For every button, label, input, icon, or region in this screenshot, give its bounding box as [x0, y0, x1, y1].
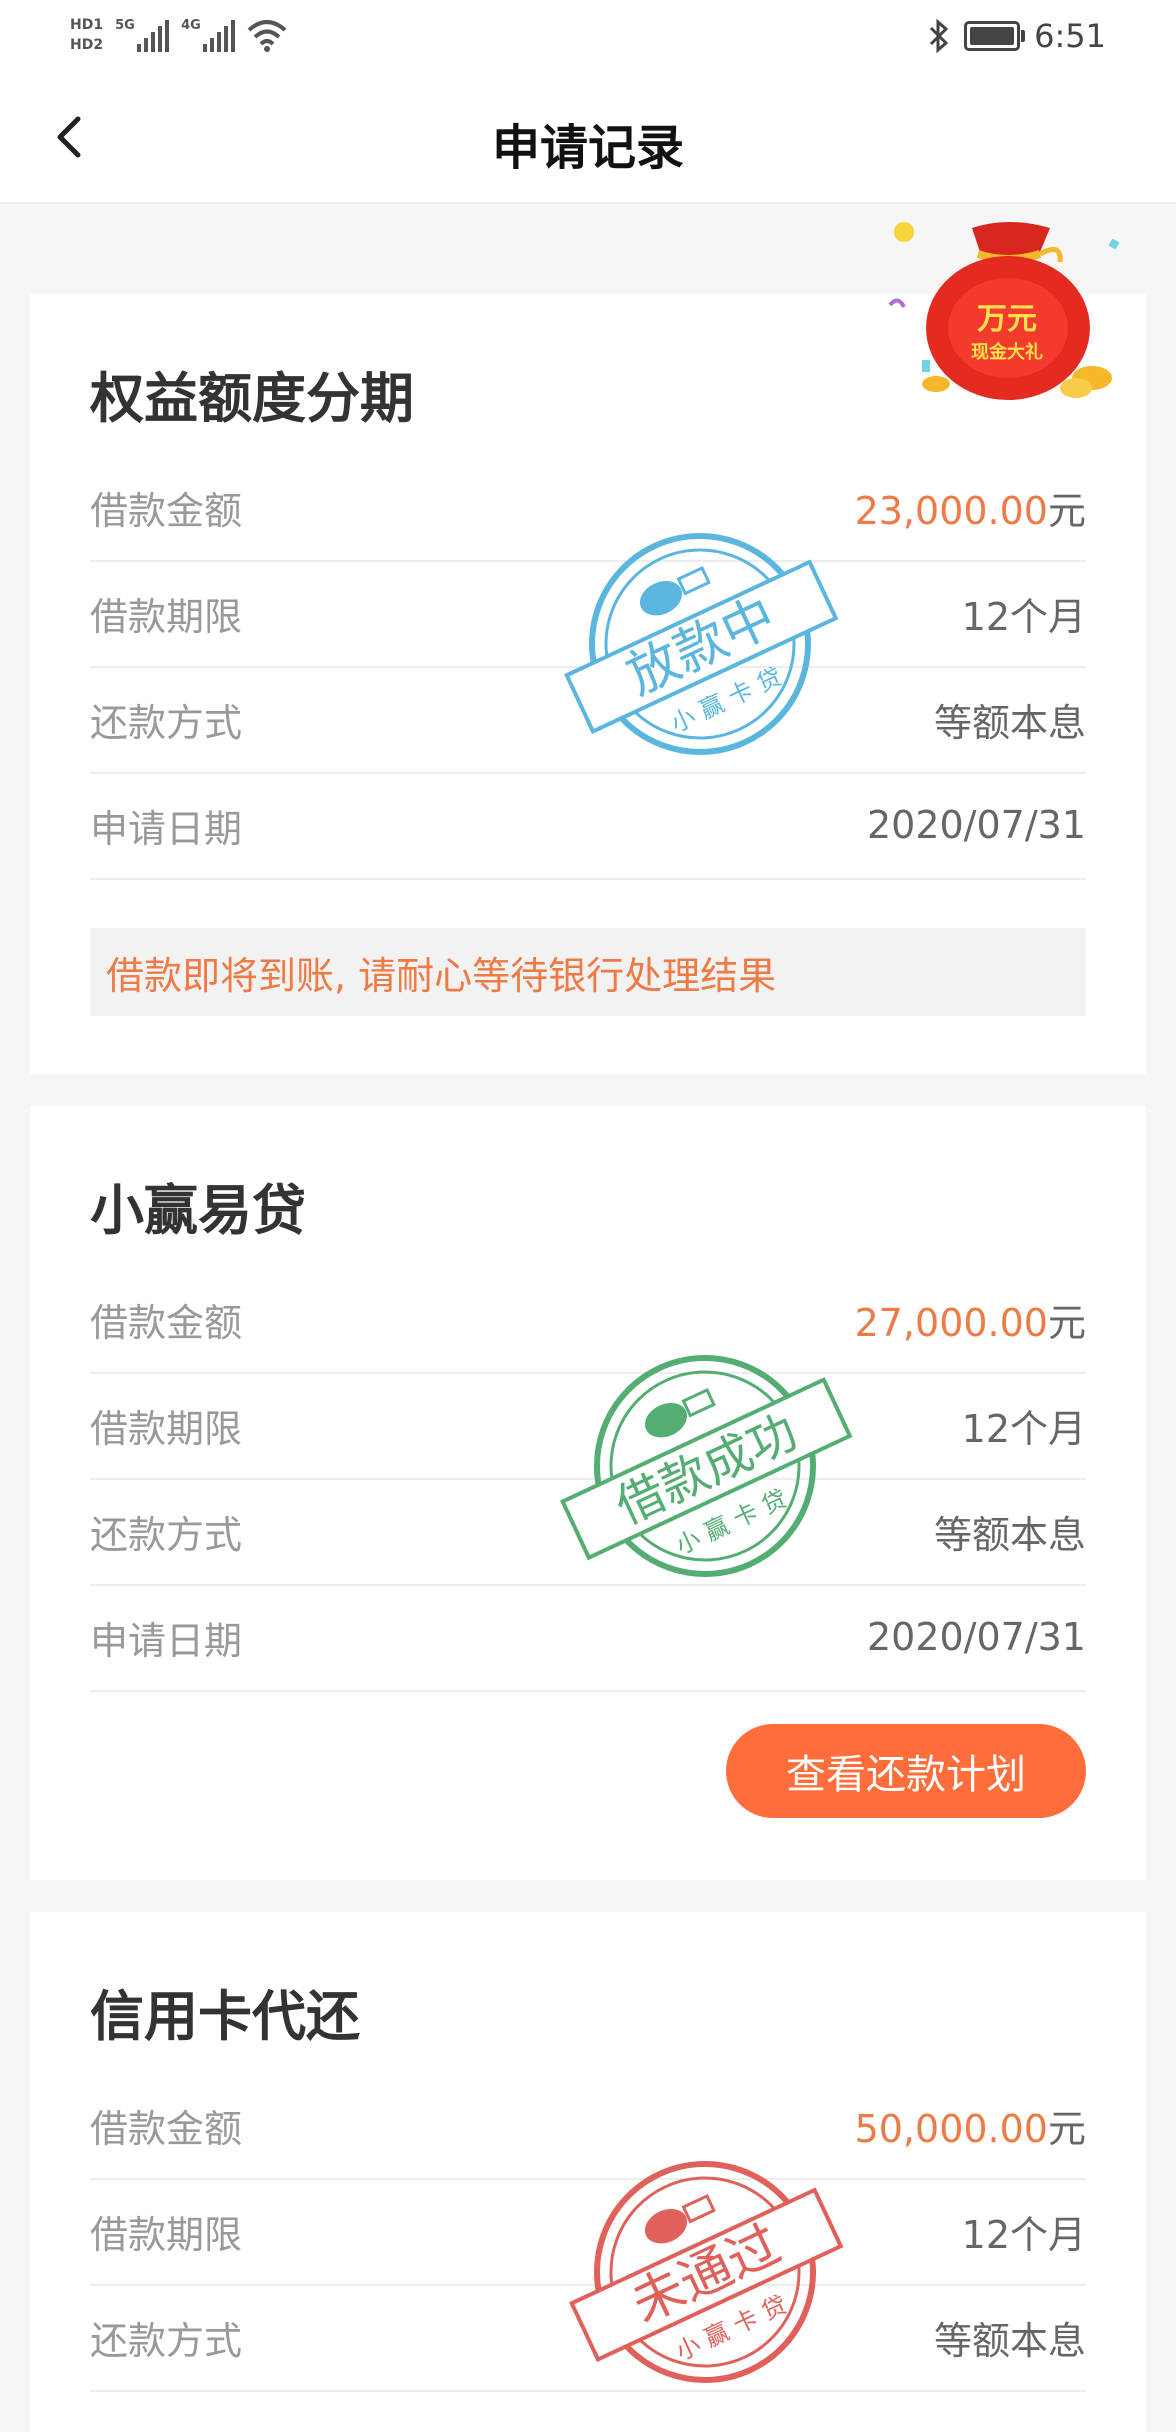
status-bar: HD1 HD2 5G 4G 6:51: [0, 0, 1176, 72]
method-value: 等额本息: [933, 700, 1086, 745]
term-row: 借款期限 12个月: [90, 560, 1086, 668]
term-value: 12个月: [961, 1406, 1086, 1451]
amount-value: 27,000.00元: [854, 1300, 1086, 1345]
net2-label: 4G: [181, 18, 201, 33]
signal-4g-icon: 4G: [181, 18, 236, 52]
method-value: 等额本息: [933, 2318, 1086, 2363]
application-card: 权益额度分期 借款金额 23,000.00元 借款期限 12个月 还款方式 等额…: [30, 294, 1146, 1074]
navigation-bar: 申请记录: [0, 72, 1176, 204]
method-label: 还款方式: [90, 1512, 243, 1557]
term-label: 借款期限: [90, 594, 243, 639]
net1-label: 5G: [115, 18, 135, 33]
application-card: 小赢易贷 借款金额 27,000.00元 借款期限 12个月 还款方式 等额本息…: [30, 1106, 1146, 1880]
method-label: 还款方式: [90, 2318, 243, 2363]
apply-date-row: 申请日期 2020/07/31: [90, 1584, 1086, 1692]
card-title: 信用卡代还: [90, 1985, 360, 2048]
repayment-method-row: 还款方式 等额本息: [90, 2284, 1086, 2392]
term-row: 借款期限 12个月: [90, 1372, 1086, 1480]
term-value: 12个月: [961, 2212, 1086, 2257]
method-label: 还款方式: [90, 700, 243, 745]
repayment-method-row: 还款方式 等额本息: [90, 666, 1086, 774]
method-value: 等额本息: [933, 1512, 1086, 1557]
term-label: 借款期限: [90, 2212, 243, 2257]
repayment-method-row: 还款方式 等额本息: [90, 1478, 1086, 1586]
amount-label: 借款金额: [90, 2106, 243, 2151]
amount-row: 借款金额 23,000.00元: [90, 454, 1086, 562]
view-repayment-plan-button[interactable]: 查看还款计划: [726, 1724, 1086, 1818]
date-label: 申请日期: [90, 1618, 243, 1663]
apply-date-row: 申请日期 2020/07/31: [90, 772, 1086, 880]
hd1-label: HD1: [70, 17, 104, 33]
signal-5g-icon: 5G: [115, 18, 170, 52]
application-card: 信用卡代还 借款金额 50,000.00元 借款期限 12个月 还款方式 等额本…: [30, 1912, 1146, 2432]
date-value: 2020/07/31: [866, 1615, 1086, 1659]
bluetooth-icon: [930, 19, 949, 53]
amount-value: 50,000.00元: [854, 2106, 1086, 2151]
card-title: 权益额度分期: [90, 367, 414, 430]
term-row: 借款期限 12个月: [90, 2178, 1086, 2286]
battery-icon: [964, 21, 1026, 51]
hd2-label: HD2: [70, 37, 104, 53]
term-value: 12个月: [961, 594, 1086, 639]
amount-row: 借款金额 27,000.00元: [90, 1266, 1086, 1374]
promo-text: 万元 现金大礼: [942, 294, 1072, 364]
page-title: 申请记录: [491, 120, 684, 176]
promo-line2: 现金大礼: [971, 342, 1043, 363]
amount-row: 借款金额 50,000.00元: [90, 2072, 1086, 2180]
promo-line1: 万元: [977, 302, 1037, 337]
amount-label: 借款金额: [90, 488, 243, 533]
date-label: 申请日期: [90, 806, 243, 851]
date-value: 2020/07/31: [866, 803, 1086, 847]
hd-indicator: HD1 HD2: [70, 16, 103, 54]
wifi-icon: [247, 20, 287, 52]
cash-gift-promo[interactable]: 万元 现金大礼: [880, 210, 1130, 410]
status-notice: 借款即将到账, 请耐心等待银行处理结果: [90, 928, 1086, 1016]
card-title: 小赢易贷: [90, 1179, 306, 1242]
amount-value: 23,000.00元: [854, 488, 1086, 533]
amount-label: 借款金额: [90, 1300, 243, 1345]
term-label: 借款期限: [90, 1406, 243, 1451]
clock: 6:51: [1034, 17, 1106, 55]
